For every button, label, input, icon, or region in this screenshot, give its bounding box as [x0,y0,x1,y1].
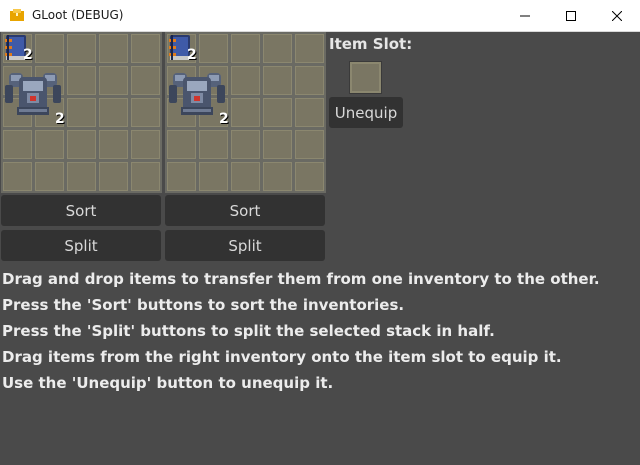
maximize-button[interactable] [548,0,594,31]
stack-count: 2 [23,47,33,63]
inventory-cell[interactable] [3,162,32,191]
inventory-cell[interactable] [67,98,96,127]
inventory-cell[interactable] [99,130,128,159]
inventory-cell[interactable] [295,34,324,63]
inventory-cell[interactable] [131,162,160,191]
inventory-cell[interactable] [231,162,260,191]
inventory-cell[interactable] [99,98,128,127]
instruction-line: Press the 'Sort' buttons to sort the inv… [2,296,405,314]
app-window: GLoot (DEBUG) 2 2 2 2 Sort Sort Split Sp… [0,0,640,465]
inventory-cell[interactable] [35,162,64,191]
inventory-grid-right[interactable]: 2 2 [165,32,326,193]
inventory-cell[interactable] [199,162,228,191]
window-title: GLoot (DEBUG) [32,8,124,22]
inventory-grid-left[interactable]: 2 2 [1,32,162,193]
minimize-icon [520,15,530,16]
inventory-cell[interactable] [263,66,292,95]
armor-icon[interactable] [3,67,63,126]
inventory-cell[interactable] [131,34,160,63]
sort-button-right[interactable]: Sort [165,195,325,226]
item-slot-label: Item Slot: [329,35,413,53]
inventory-cell[interactable] [231,130,260,159]
inventory-cell[interactable] [99,162,128,191]
inventory-cell[interactable] [295,66,324,95]
inventory-cell[interactable] [231,98,260,127]
minimize-button[interactable] [502,0,548,31]
split-button-right[interactable]: Split [165,230,325,261]
split-button-left[interactable]: Split [1,230,161,261]
inventory-cell[interactable] [263,130,292,159]
inventory-cell[interactable] [131,66,160,95]
inventory-cell[interactable] [99,66,128,95]
maximize-icon [566,10,576,21]
inventory-cell[interactable] [131,98,160,127]
inventory-cell[interactable] [295,130,324,159]
inventory-cell[interactable] [167,130,196,159]
armor-icon[interactable] [167,67,227,126]
inventory-cell[interactable] [199,34,228,63]
item-slot[interactable] [350,62,381,93]
inventory-cell[interactable] [295,162,324,191]
inventory-cell[interactable] [99,34,128,63]
sort-button-left[interactable]: Sort [1,195,161,226]
inventory-cell[interactable] [263,162,292,191]
inventory-cell[interactable] [67,66,96,95]
instruction-line: Press the 'Split' buttons to split the s… [2,322,495,340]
instructions: Drag and drop items to transfer them fro… [2,266,600,396]
app-icon [10,9,24,21]
close-icon [612,10,622,21]
instruction-line: Drag and drop items to transfer them fro… [2,270,600,288]
stack-count: 2 [187,47,197,63]
unequip-button[interactable]: Unequip [329,97,403,128]
client-area: 2 2 2 2 Sort Sort Split Split Item Slot:… [0,32,640,465]
close-button[interactable] [594,0,640,31]
inventory-cell[interactable] [67,34,96,63]
inventory-cell[interactable] [263,34,292,63]
instruction-line: Use the 'Unequip' button to unequip it. [2,374,334,392]
stack-count: 2 [219,111,229,127]
inventory-cell[interactable] [3,130,32,159]
inventory-cell[interactable] [231,66,260,95]
inventory-cell[interactable] [199,130,228,159]
inventory-cell[interactable] [295,98,324,127]
title-bar[interactable]: GLoot (DEBUG) [0,0,640,32]
inventory-cell[interactable] [35,130,64,159]
inventory-cell[interactable] [167,162,196,191]
inventory-cell[interactable] [263,98,292,127]
inventory-cell[interactable] [131,130,160,159]
inventory-cell[interactable] [67,162,96,191]
instruction-line: Drag items from the right inventory onto… [2,348,562,366]
inventory-cell[interactable] [231,34,260,63]
stack-count: 2 [55,111,65,127]
inventory-cell[interactable] [67,130,96,159]
inventory-cell[interactable] [35,34,64,63]
